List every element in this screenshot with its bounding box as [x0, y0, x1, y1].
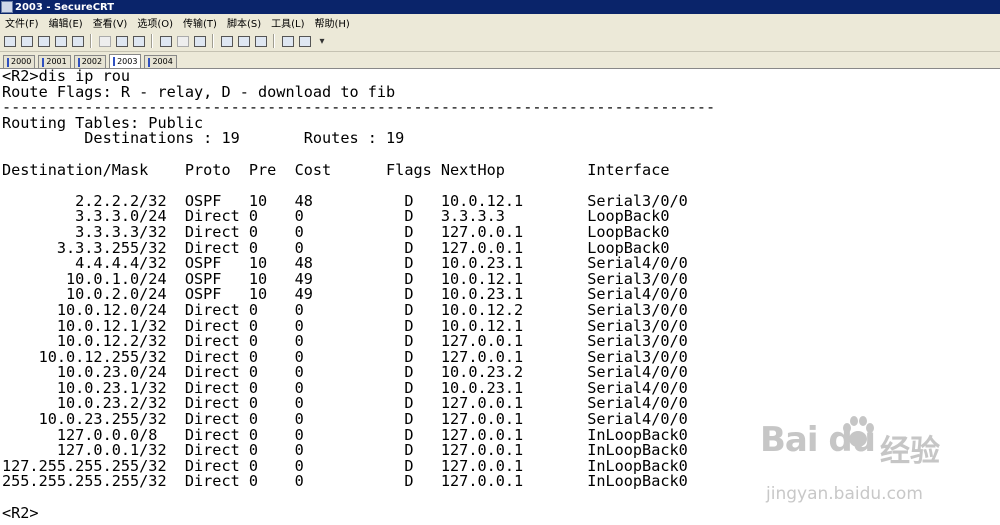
window-title: 2003 - SecureCRT [15, 1, 115, 13]
menu-bar: 文件(F) 编辑(E) 查看(V) 选项(O) 传输(T) 脚本(S) 工具(L… [0, 14, 1000, 31]
menu-file[interactable]: 文件(F) [0, 15, 44, 30]
connect-icon[interactable] [3, 34, 17, 48]
baidu-watermark: Bai du 经验 jingyan.baidu.com [760, 416, 995, 520]
help-icon[interactable] [281, 34, 295, 48]
tab-status-indicator [42, 57, 45, 67]
session-tabs: 2000 2001 2002 2003 2004 [0, 52, 1000, 69]
tab-status-indicator [148, 57, 151, 67]
toolbar-separator [90, 34, 92, 48]
menu-options[interactable]: 选项(O) [132, 15, 178, 30]
watermark-cn: 经验 [880, 434, 940, 469]
toolbar-separator [212, 34, 214, 48]
menu-tools[interactable]: 工具(L) [266, 15, 309, 30]
menu-help[interactable]: 帮助(H) [309, 15, 354, 30]
toolbar-overflow-icon[interactable]: ▾ [315, 34, 329, 48]
print-icon[interactable] [193, 34, 207, 48]
print-selection-icon[interactable] [176, 34, 190, 48]
tab-status-indicator [113, 57, 116, 66]
properties-icon[interactable] [298, 34, 312, 48]
tab-2002[interactable]: 2002 [73, 55, 107, 68]
menu-view[interactable]: 查看(V) [88, 15, 133, 30]
menu-script[interactable]: 脚本(S) [222, 15, 266, 30]
print-setup-icon[interactable] [159, 34, 173, 48]
find-icon[interactable] [132, 34, 146, 48]
quick-connect-icon[interactable] [20, 34, 34, 48]
watermark-url: jingyan.baidu.com [766, 484, 923, 504]
app-icon [1, 1, 13, 13]
toolbar-separator [273, 34, 275, 48]
disconnect-icon[interactable] [71, 34, 85, 48]
tab-status-indicator [7, 57, 9, 67]
tab-2000[interactable]: 2000 [3, 55, 36, 68]
copy-icon[interactable] [98, 34, 112, 48]
paw-icon [843, 416, 874, 447]
menu-transfer[interactable]: 传输(T) [178, 15, 222, 30]
global-options-icon[interactable] [237, 34, 251, 48]
tab-status-indicator [77, 57, 80, 67]
toolbar-separator [151, 34, 153, 48]
menu-edit[interactable]: 编辑(E) [44, 15, 88, 30]
toolbar: ▾ [0, 31, 1000, 52]
keymap-icon[interactable] [254, 34, 268, 48]
tab-2003[interactable]: 2003 [109, 54, 142, 68]
title-bar[interactable]: 2003 - SecureCRT [0, 0, 1000, 14]
session-options-icon[interactable] [220, 34, 234, 48]
connect-in-tab-icon[interactable] [37, 34, 51, 48]
tab-2004[interactable]: 2004 [144, 55, 177, 68]
tab-2001[interactable]: 2001 [38, 55, 71, 68]
paste-icon[interactable] [115, 34, 129, 48]
terminal-output: <R2>dis ip rou Route Flags: R - relay, D… [2, 69, 716, 522]
reconnect-icon[interactable] [54, 34, 68, 48]
